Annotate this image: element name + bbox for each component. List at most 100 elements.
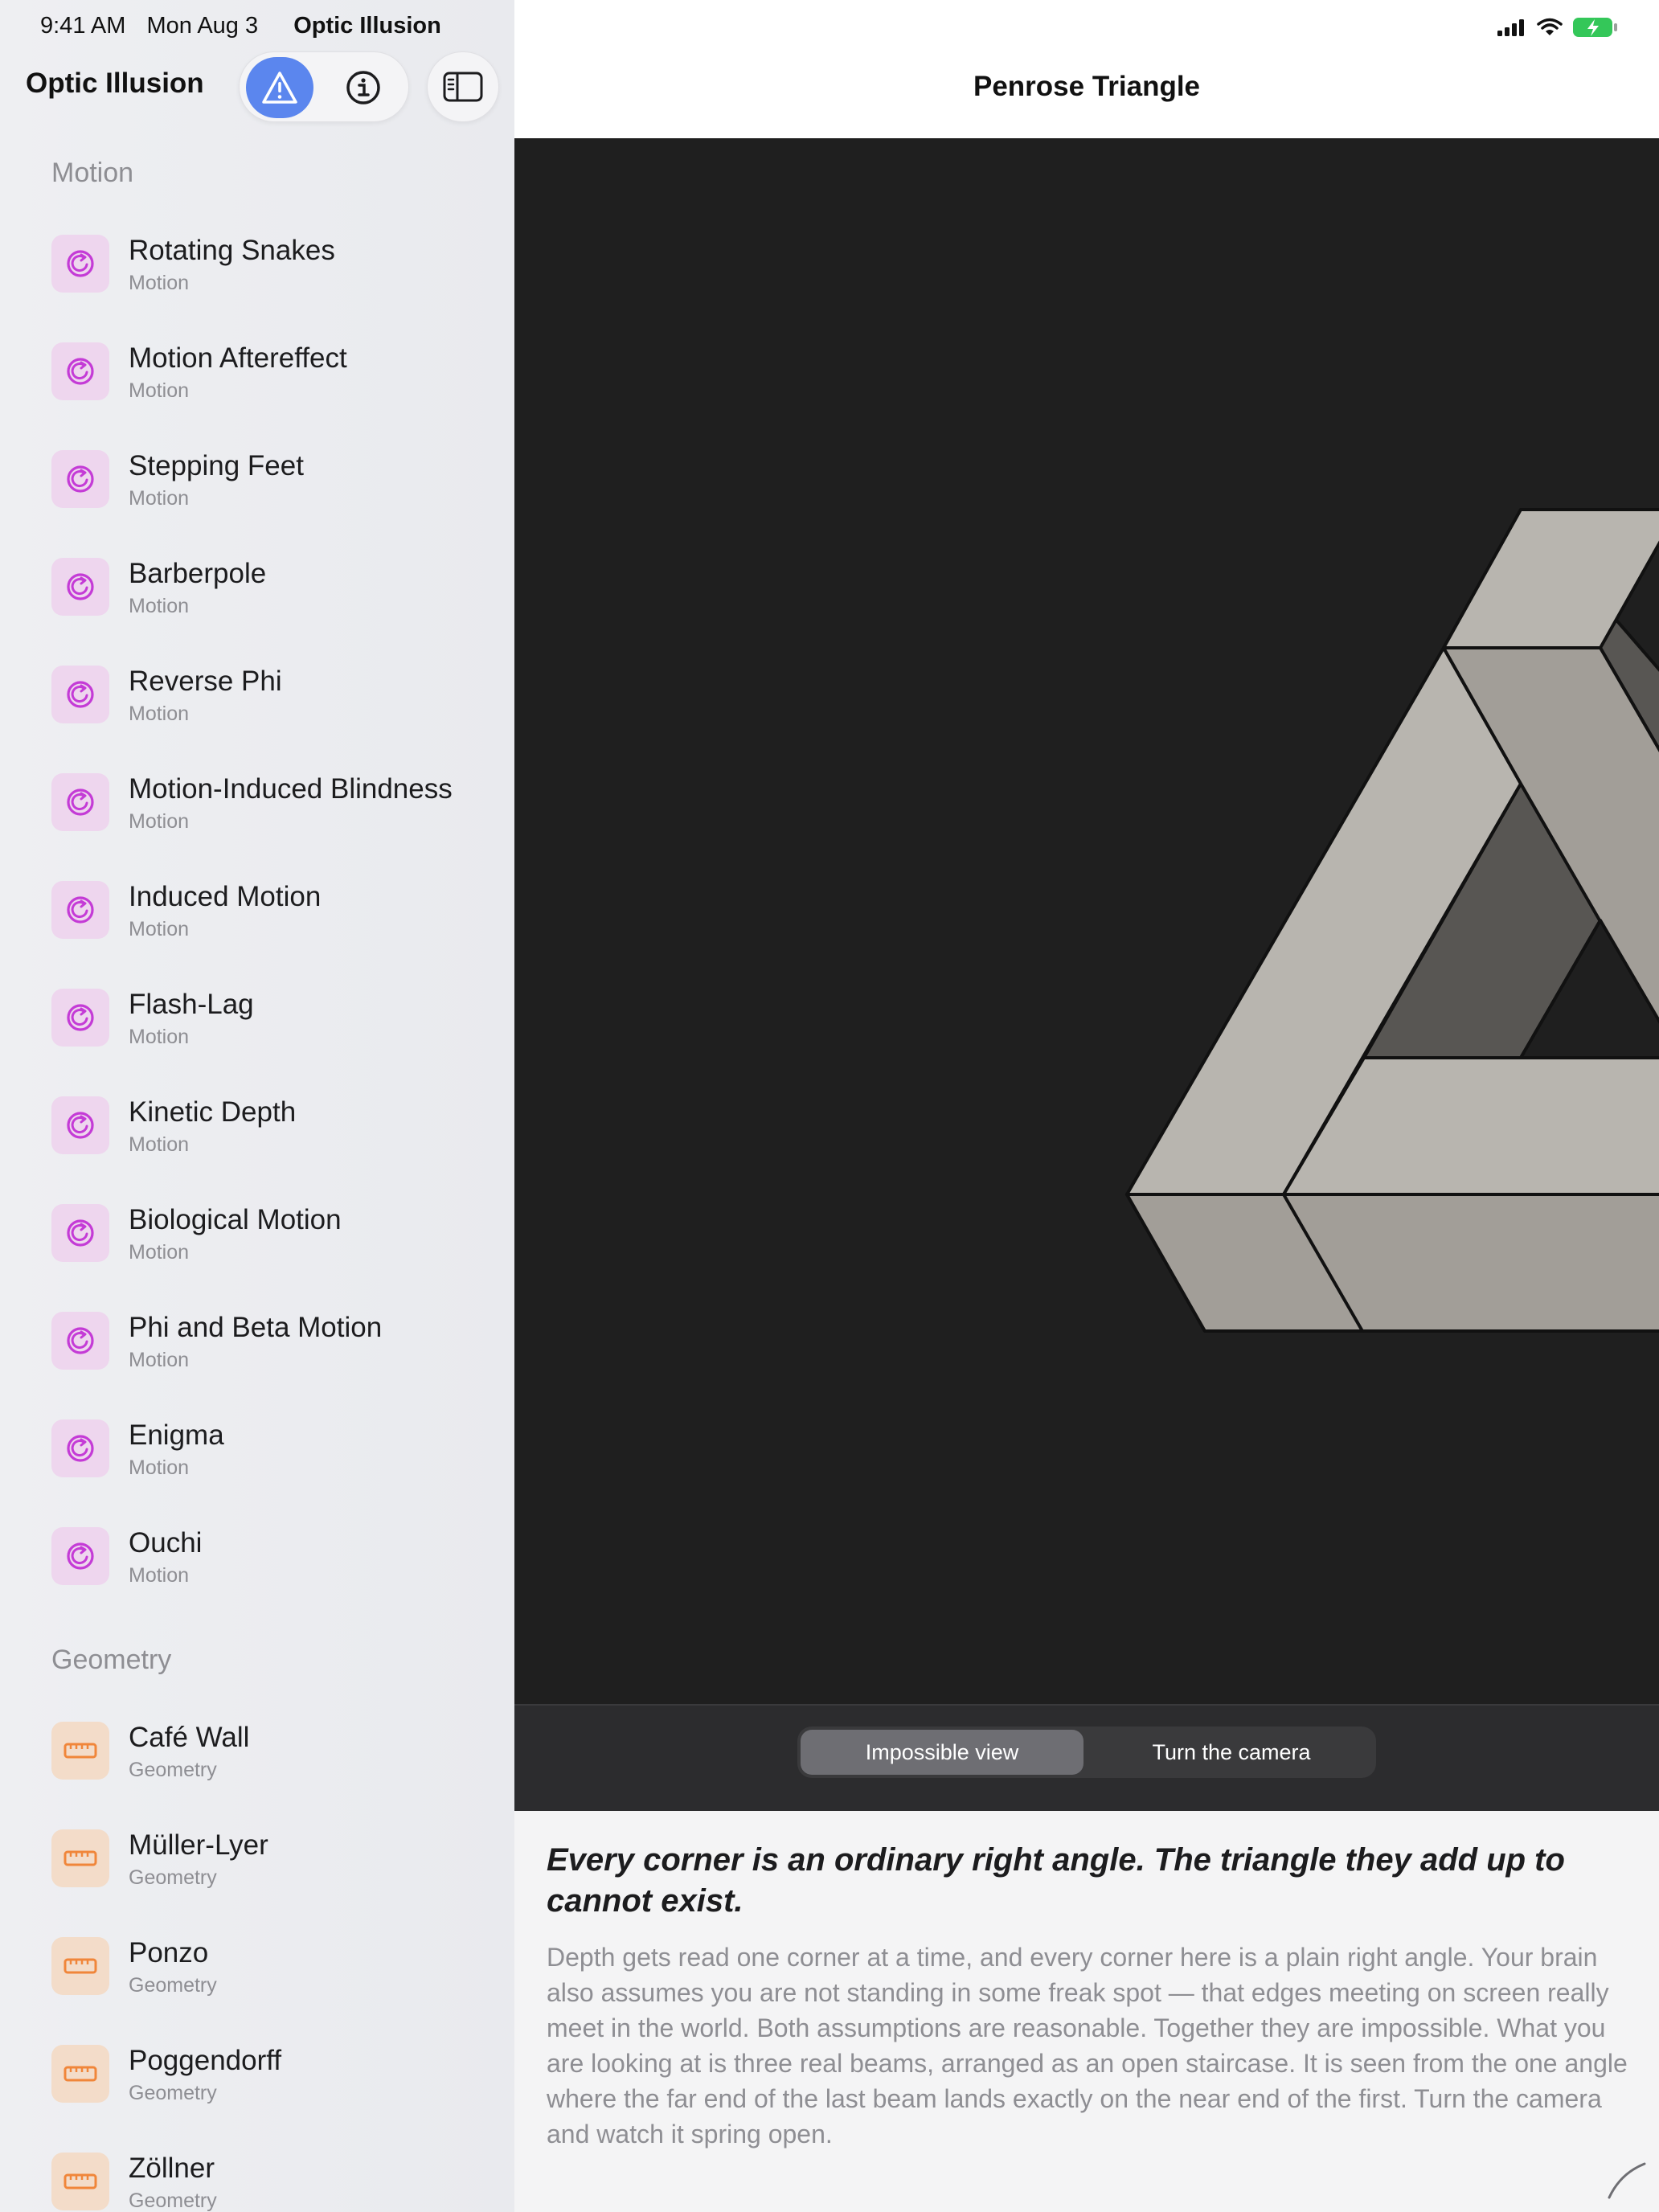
rotate-arrow-icon bbox=[51, 989, 109, 1047]
rotate-arrow-icon bbox=[51, 1527, 109, 1585]
list-item-title: Phi and Beta Motion bbox=[129, 1312, 383, 1343]
rotate-arrow-icon bbox=[51, 450, 109, 508]
list-item-category: Motion bbox=[129, 595, 190, 617]
list-item-category: Motion bbox=[129, 703, 190, 725]
list-item-rotating-snakes[interactable]: Rotating Snakes Motion bbox=[0, 211, 514, 318]
list-item-title: Reverse Phi bbox=[129, 666, 282, 697]
list-item-title: Induced Motion bbox=[129, 881, 322, 912]
list-item-title: Poggendorff bbox=[129, 2045, 282, 2076]
section-header-geometry: Geometry bbox=[51, 1645, 172, 1675]
list-item-muller-lyer[interactable]: Müller-Lyer Geometry bbox=[0, 1805, 514, 1913]
rotate-arrow-icon bbox=[51, 1096, 109, 1154]
warning-button[interactable] bbox=[246, 57, 313, 118]
segment-impossible-view[interactable]: Impossible view bbox=[801, 1730, 1083, 1775]
status-date: Mon Aug 3 bbox=[146, 13, 259, 39]
ruler-icon bbox=[51, 1829, 109, 1887]
list-item-flash-lag[interactable]: Flash-Lag Motion bbox=[0, 965, 514, 1072]
sidebar-toggle-icon bbox=[443, 72, 483, 102]
list-item-category: Motion bbox=[129, 1349, 190, 1371]
list-item-title: Motion-Induced Blindness bbox=[129, 773, 453, 805]
list-item-motion-aftereffect[interactable]: Motion Aftereffect Motion bbox=[0, 318, 514, 426]
illustration-canvas bbox=[514, 138, 1659, 1704]
info-circle-icon bbox=[346, 71, 380, 104]
list-item-category: Motion bbox=[129, 1133, 190, 1156]
list-item-stepping-feet[interactable]: Stepping Feet Motion bbox=[0, 426, 514, 534]
list-item-title: Ouchi bbox=[129, 1527, 203, 1559]
list-item-category: Motion bbox=[129, 918, 190, 940]
top-cap-face bbox=[1442, 508, 1659, 649]
description-headline: Every corner is an ordinary right angle.… bbox=[547, 1842, 1565, 1919]
status-app-name: Optic Illusion bbox=[293, 13, 441, 39]
list-item-reverse-phi[interactable]: Reverse Phi Motion bbox=[0, 641, 514, 749]
list-item-category: Motion bbox=[129, 1564, 190, 1587]
list-item-kinetic-depth[interactable]: Kinetic Depth Motion bbox=[0, 1072, 514, 1180]
sidebar-title: Optic Illusion bbox=[26, 68, 204, 99]
rotate-arrow-icon bbox=[51, 558, 109, 616]
description-body: Depth gets read one corner at a time, an… bbox=[547, 1943, 1628, 2149]
list-item-phi-and-beta-motion[interactable]: Phi and Beta Motion Motion bbox=[0, 1288, 514, 1395]
pencil-scribble-icon bbox=[1608, 2162, 1646, 2199]
list-item-category: Motion bbox=[129, 487, 190, 510]
rotate-arrow-icon bbox=[51, 666, 109, 723]
list-item-induced-motion[interactable]: Induced Motion Motion bbox=[0, 857, 514, 965]
list-item-category: Geometry bbox=[129, 1974, 217, 1997]
page-title: Penrose Triangle bbox=[973, 71, 1201, 102]
list-item-title: Kinetic Depth bbox=[129, 1096, 297, 1128]
list-item-title: Zöllner bbox=[129, 2153, 215, 2184]
cellular-signal-icon bbox=[1497, 19, 1524, 36]
ruler-icon bbox=[51, 2153, 109, 2210]
list-item-zollner[interactable]: Zöllner Geometry bbox=[0, 2128, 514, 2212]
list-item-ouchi[interactable]: Ouchi Motion bbox=[0, 1503, 514, 1611]
list-item-barberpole[interactable]: Barberpole Motion bbox=[0, 534, 514, 641]
list-item-category: Motion bbox=[129, 1456, 190, 1479]
battery-charging-icon bbox=[1573, 18, 1617, 37]
ruler-icon bbox=[51, 1937, 109, 1995]
list-item-enigma[interactable]: Enigma Motion bbox=[0, 1395, 514, 1503]
list-item-category: Motion bbox=[129, 1026, 190, 1048]
list-item-title: Enigma bbox=[129, 1419, 224, 1451]
sidebar-toggle-button[interactable] bbox=[427, 51, 499, 122]
rotate-arrow-icon bbox=[51, 342, 109, 400]
list-item-category: Motion bbox=[129, 379, 190, 402]
detail-pane: Penrose Triangle Impossible view Turn th… bbox=[514, 0, 1659, 2212]
sidebar-button-group bbox=[239, 51, 409, 122]
wifi-icon bbox=[1537, 18, 1563, 35]
list-item-title: Café Wall bbox=[129, 1722, 250, 1753]
penrose-triangle-illustration bbox=[1125, 508, 1659, 1333]
rotate-arrow-icon bbox=[51, 1204, 109, 1262]
list-item-title: Müller-Lyer bbox=[129, 1829, 268, 1861]
list-item-cafe-wall[interactable]: Café Wall Geometry bbox=[0, 1698, 514, 1805]
list-item-category: Motion bbox=[129, 272, 190, 294]
list-item-ponzo[interactable]: Ponzo Geometry bbox=[0, 1913, 514, 2021]
list-item-title: Flash-Lag bbox=[129, 989, 254, 1020]
list-item-title: Barberpole bbox=[129, 558, 267, 589]
rotate-arrow-icon bbox=[51, 773, 109, 831]
list-item-category: Geometry bbox=[129, 1866, 217, 1889]
view-segmented-control: Impossible view Turn the camera bbox=[797, 1727, 1376, 1778]
status-bar-left: 9:41 AM Mon Aug 3 Optic Illusion bbox=[40, 13, 456, 39]
list-item-title: Stepping Feet bbox=[129, 450, 304, 481]
ruler-icon bbox=[51, 1722, 109, 1780]
status-bar-right bbox=[1497, 16, 1619, 39]
list-item-category: Geometry bbox=[129, 2189, 217, 2212]
list-item-category: Motion bbox=[129, 810, 190, 833]
list-item-category: Geometry bbox=[129, 1759, 217, 1781]
list-item-poggendorff[interactable]: Poggendorff Geometry bbox=[0, 2021, 514, 2128]
rotate-arrow-icon bbox=[51, 1419, 109, 1477]
rotate-arrow-icon bbox=[51, 235, 109, 293]
list-item-title: Motion Aftereffect bbox=[129, 342, 347, 374]
navigation-bar: Penrose Triangle bbox=[514, 0, 1659, 138]
list-item-motion-induced-blindness[interactable]: Motion-Induced Blindness Motion bbox=[0, 749, 514, 857]
sidebar: 9:41 AM Mon Aug 3 Optic Illusion Optic I… bbox=[0, 0, 514, 2212]
bottom-toolbar: Impossible view Turn the camera bbox=[514, 1704, 1659, 1811]
info-button[interactable] bbox=[330, 57, 397, 118]
rotate-arrow-icon bbox=[51, 881, 109, 939]
description-panel: Every corner is an ordinary right angle.… bbox=[514, 1811, 1659, 2212]
list-item-biological-motion[interactable]: Biological Motion Motion bbox=[0, 1180, 514, 1288]
warning-triangle-icon bbox=[262, 72, 297, 104]
list-item-title: Biological Motion bbox=[129, 1204, 342, 1235]
section-header-motion: Motion bbox=[51, 158, 134, 188]
segment-turn-the-camera[interactable]: Turn the camera bbox=[1090, 1730, 1373, 1775]
list-item-category: Geometry bbox=[129, 2082, 217, 2104]
rotate-arrow-icon bbox=[51, 1312, 109, 1370]
